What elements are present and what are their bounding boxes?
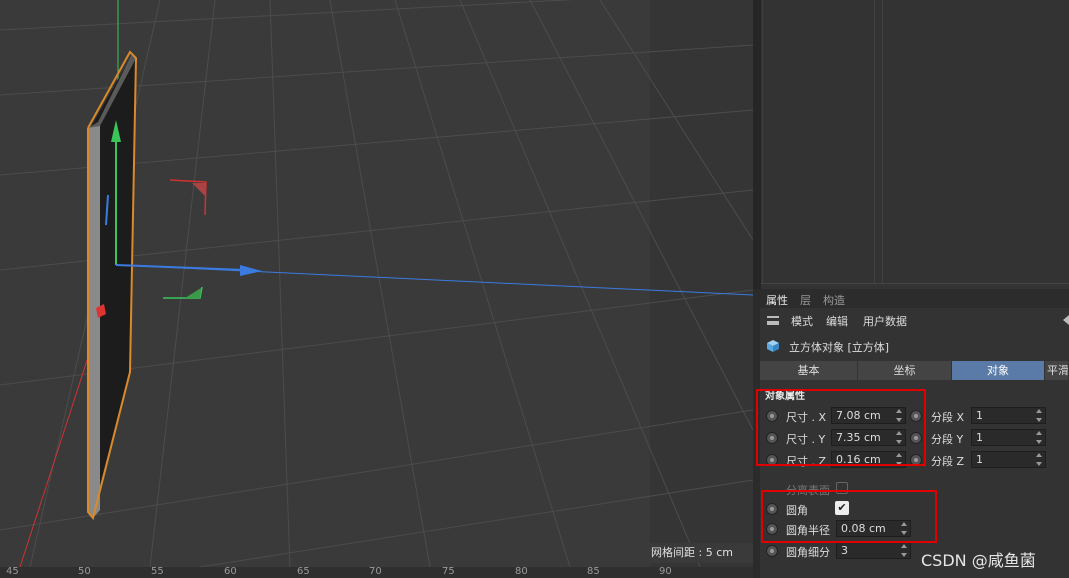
spinner-icon[interactable] xyxy=(896,453,903,466)
ruler-tick: 85 xyxy=(587,566,600,577)
cube-slab-edge xyxy=(88,122,100,518)
animate-radio[interactable] xyxy=(766,410,778,422)
animate-radio[interactable] xyxy=(766,454,778,466)
menu-mode[interactable]: 模式 xyxy=(791,313,813,329)
ruler-tick: 60 xyxy=(224,566,237,577)
spinner-icon[interactable] xyxy=(1036,431,1043,444)
animate-radio[interactable] xyxy=(910,454,922,466)
animate-radio[interactable] xyxy=(766,523,778,535)
size-z-field[interactable]: 0.16 cm xyxy=(831,451,906,468)
menu-user-data[interactable]: 用户数据 xyxy=(863,313,907,329)
field-value: 0.16 cm xyxy=(836,453,881,466)
gizmo-x-arrow xyxy=(240,265,262,276)
param-row-size-x: 尺寸 . X 7.08 cm 分段 X 1 xyxy=(760,405,1069,425)
tab-coord[interactable]: 坐标 xyxy=(858,361,952,380)
ruler-tick: 55 xyxy=(151,566,164,577)
spinner-icon[interactable] xyxy=(896,409,903,422)
cube-icon xyxy=(767,340,779,352)
ruler-tick: 65 xyxy=(297,566,310,577)
attributes-panel[interactable]: 属性 层 构造 模式 编辑 用户数据 立方体对象 [立方体] 基本 坐标 对象 … xyxy=(760,289,1069,578)
field-value: 1 xyxy=(976,453,983,466)
ruler-tick: 90 xyxy=(659,566,672,577)
param-label: 圆角 xyxy=(786,504,808,517)
size-x-field[interactable]: 7.08 cm xyxy=(831,407,906,424)
tab-layers[interactable]: 层 xyxy=(800,292,811,308)
fillet-checkbox[interactable]: ✔ xyxy=(835,501,849,515)
spinner-icon[interactable] xyxy=(901,522,908,535)
param-label: 分段 Z xyxy=(931,455,965,468)
spinner-icon[interactable] xyxy=(1036,409,1043,422)
animate-radio[interactable] xyxy=(766,503,778,515)
ruler-tick: 75 xyxy=(442,566,455,577)
separate-surfaces-checkbox[interactable] xyxy=(836,482,848,494)
spinner-icon[interactable] xyxy=(901,544,908,557)
param-label: 分段 X xyxy=(931,411,965,424)
fillet-subdivision-field[interactable]: 3 xyxy=(836,542,911,559)
field-value: 3 xyxy=(841,544,848,557)
param-label: 分段 Y xyxy=(931,433,964,446)
tab-attributes[interactable]: 属性 xyxy=(766,292,788,308)
ruler-tick: 80 xyxy=(515,566,528,577)
animate-radio[interactable] xyxy=(910,432,922,444)
param-label: 圆角细分 xyxy=(786,546,830,559)
param-label: 分离表面 xyxy=(786,484,830,497)
tab-structure[interactable]: 构造 xyxy=(823,292,845,308)
tab-object[interactable]: 对象 xyxy=(952,361,1045,380)
ruler-tick: 70 xyxy=(369,566,382,577)
param-row-size-z: 尺寸 . Z 0.16 cm 分段 Z 1 xyxy=(760,449,1069,469)
param-row-fillet: 圆角 ✔ xyxy=(760,498,1069,518)
spinner-icon[interactable] xyxy=(1036,453,1043,466)
object-header: 立方体对象 [立方体] xyxy=(760,336,1069,356)
section-title: 对象属性 xyxy=(765,391,805,402)
segments-x-field[interactable]: 1 xyxy=(971,407,1046,424)
fillet-radius-field[interactable]: 0.08 cm xyxy=(836,520,911,537)
object-manager-panel[interactable] xyxy=(753,0,1069,289)
field-value: 1 xyxy=(976,431,983,444)
menu-icon[interactable] xyxy=(767,316,779,325)
column-divider xyxy=(762,0,763,283)
panel-divider xyxy=(761,283,1069,284)
ruler-tick: 50 xyxy=(78,566,91,577)
param-label: 尺寸 . X xyxy=(786,411,827,424)
spinner-icon[interactable] xyxy=(896,431,903,444)
object-title: 立方体对象 [立方体] xyxy=(789,341,890,354)
size-y-field[interactable]: 7.35 cm xyxy=(831,429,906,446)
property-tab-bar: 基本 坐标 对象 平滑 xyxy=(760,361,1069,380)
menu-edit[interactable]: 编辑 xyxy=(826,313,848,329)
attributes-menu-bar: 模式 编辑 用户数据 xyxy=(760,310,1069,330)
param-row-fillet-radius: 圆角半径 0.08 cm xyxy=(760,518,1069,538)
3d-viewport[interactable]: 网格间距 : 5 cm xyxy=(0,0,753,567)
animate-radio[interactable] xyxy=(766,545,778,557)
segments-z-field[interactable]: 1 xyxy=(971,451,1046,468)
watermark-text: CSDN @咸鱼菌 xyxy=(921,551,1036,570)
segments-y-field[interactable]: 1 xyxy=(971,429,1046,446)
param-label: 尺寸 . Y xyxy=(786,433,826,446)
gizmo-x-axis xyxy=(115,264,246,271)
panel-expand-icon[interactable] xyxy=(1061,313,1069,327)
param-label: 尺寸 . Z xyxy=(786,455,827,468)
column-divider xyxy=(882,0,883,283)
field-value: 7.35 cm xyxy=(836,431,881,444)
column-divider xyxy=(874,0,875,283)
param-row-separate-surfaces: 分离表面 xyxy=(760,477,1069,497)
viewport-ruler: 45 50 55 60 65 70 75 80 85 90 xyxy=(0,566,753,578)
tab-phong[interactable]: 平滑 xyxy=(1045,361,1069,380)
field-value: 0.08 cm xyxy=(841,522,886,535)
tab-basic[interactable]: 基本 xyxy=(760,361,858,380)
param-row-size-y: 尺寸 . Y 7.35 cm 分段 Y 1 xyxy=(760,427,1069,447)
ruler-tick: 45 xyxy=(6,566,19,577)
grid-spacing-readout: 网格间距 : 5 cm xyxy=(647,543,753,563)
field-value: 7.08 cm xyxy=(836,409,881,422)
param-label: 圆角半径 xyxy=(786,524,830,537)
viewport-canvas[interactable] xyxy=(0,0,753,567)
animate-radio[interactable] xyxy=(766,432,778,444)
field-value: 1 xyxy=(976,409,983,422)
attributes-tab-bar: 属性 层 构造 xyxy=(760,289,1069,308)
animate-radio[interactable] xyxy=(910,410,922,422)
